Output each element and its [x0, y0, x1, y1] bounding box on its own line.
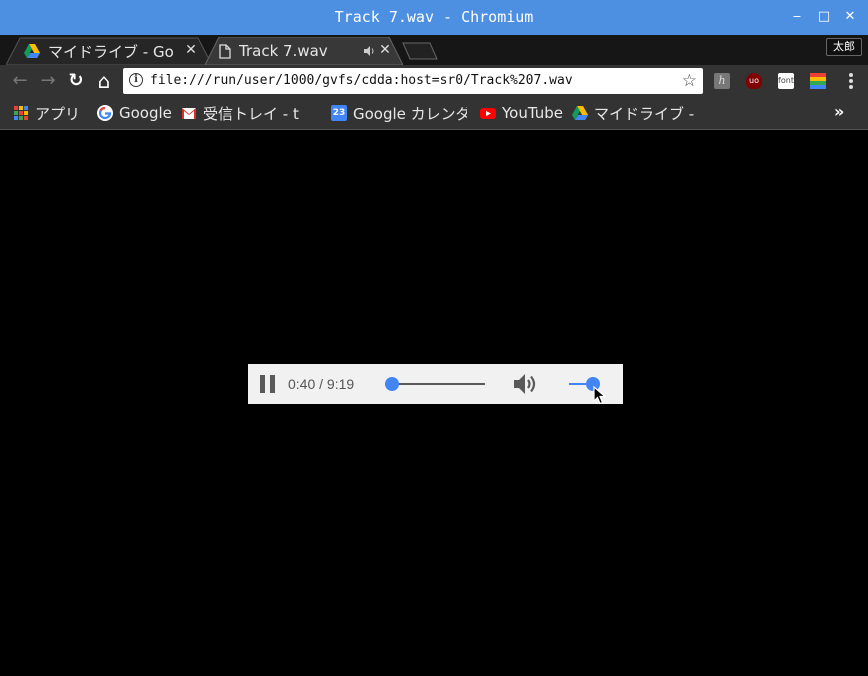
- mouse-cursor-icon: [593, 386, 607, 405]
- browser-toolbar: ← → ↻ ⌂ i file:///run/user/1000/gvfs/cdd…: [0, 65, 868, 97]
- pause-button[interactable]: [260, 375, 276, 393]
- apps-grid-icon: [14, 106, 28, 120]
- address-bar[interactable]: i file:///run/user/1000/gvfs/cdda:host=s…: [123, 68, 703, 94]
- bookmark-youtube[interactable]: YouTube: [480, 97, 563, 129]
- calendar-icon: 23: [331, 105, 347, 121]
- audio-player: 0:40 / 9:19: [248, 364, 623, 404]
- window-titlebar[interactable]: Track 7.wav - Chromium ‒ □ ✕: [0, 0, 868, 35]
- file-icon: [219, 43, 231, 59]
- gmail-icon: [182, 108, 196, 119]
- google-drive-icon: [572, 106, 588, 120]
- volume-icon[interactable]: [512, 372, 538, 396]
- bookmark-label: 受信トレイ - t: [203, 104, 299, 123]
- seek-slider[interactable]: [385, 377, 485, 391]
- back-button[interactable]: ←: [9, 70, 31, 92]
- font-extension-icon[interactable]: font: [778, 73, 794, 89]
- bookmark-apps[interactable]: アプリ: [13, 97, 80, 129]
- bookmark-my-drive[interactable]: マイドライブ -: [572, 97, 712, 129]
- reload-button[interactable]: ↻: [65, 70, 87, 92]
- bookmark-google-calendar[interactable]: 23 Google カレンダ: [331, 97, 467, 129]
- tab-title: Track 7.wav: [239, 42, 328, 60]
- google-drive-icon: [24, 44, 40, 58]
- tab-title: マイドライブ - Goo: [48, 42, 174, 61]
- tab-google-drive[interactable]: マイドライブ - Goo ✕: [6, 37, 212, 65]
- profile-button[interactable]: 太郎: [826, 38, 862, 56]
- more-bookmarks-button[interactable]: »: [834, 102, 844, 122]
- bookmark-label: YouTube: [502, 104, 563, 122]
- speaker-icon[interactable]: [363, 45, 375, 57]
- bookmark-gmail[interactable]: 受信トレイ - t: [181, 97, 317, 129]
- new-tab-button[interactable]: [402, 42, 438, 60]
- maximize-button[interactable]: □: [815, 8, 833, 26]
- url-text[interactable]: file:///run/user/1000/gvfs/cdda:host=sr0…: [150, 68, 573, 94]
- youtube-icon: [480, 108, 496, 119]
- tab-close-button[interactable]: ✕: [377, 42, 393, 58]
- minimize-button[interactable]: ‒: [788, 8, 806, 26]
- browser-menu-icon[interactable]: [846, 72, 856, 90]
- bookmark-label: Google カレンダ: [353, 104, 467, 123]
- seek-thumb[interactable]: [385, 377, 400, 391]
- tab-strip: マイドライブ - Goo ✕ Track 7.wav ✕ 太郎: [0, 35, 868, 65]
- playback-time: 0:40 / 9:19: [288, 376, 355, 392]
- bookmark-google[interactable]: Google: [97, 97, 172, 129]
- ublock-icon[interactable]: uo: [746, 73, 762, 89]
- bookmark-label: マイドライブ -: [594, 104, 695, 123]
- bookmarks-bar: アプリ Google 受信トレイ - t 23 Google カレンダ YouT…: [0, 97, 868, 130]
- bookmark-star-icon[interactable]: ☆: [682, 70, 697, 92]
- tab-track-7[interactable]: Track 7.wav ✕: [205, 37, 403, 65]
- site-info-icon[interactable]: i: [129, 73, 143, 87]
- colorful-extension-icon[interactable]: [810, 73, 826, 89]
- google-icon: [97, 105, 113, 121]
- tab-close-button[interactable]: ✕: [183, 42, 199, 58]
- window-title: Track 7.wav - Chromium: [334, 8, 534, 26]
- h-extension-icon[interactable]: h: [714, 73, 730, 89]
- close-window-button[interactable]: ✕: [841, 8, 859, 26]
- forward-button[interactable]: →: [37, 70, 59, 92]
- volume-slider[interactable]: [569, 377, 600, 391]
- bookmark-label: Google: [119, 104, 172, 122]
- bookmark-label: アプリ: [35, 104, 81, 123]
- home-button[interactable]: ⌂: [93, 70, 115, 92]
